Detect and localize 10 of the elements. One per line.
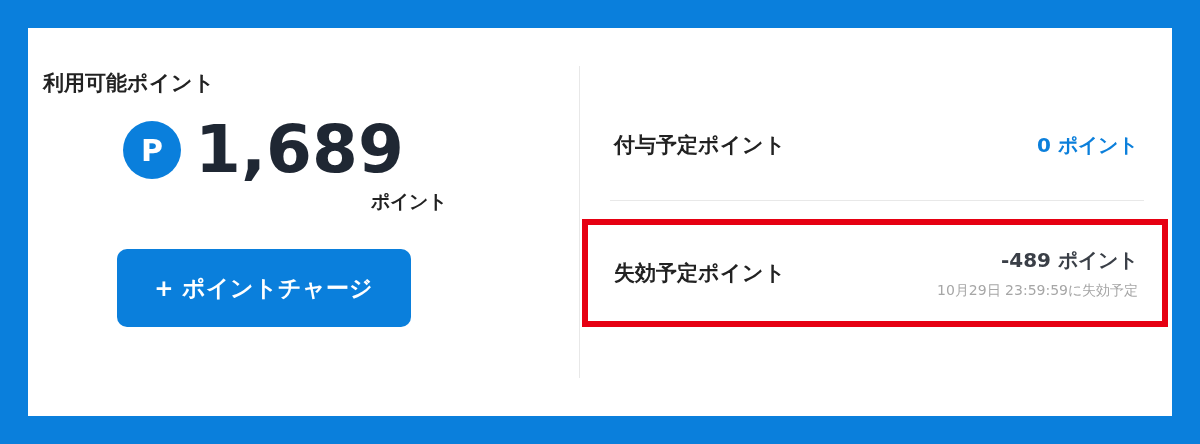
row-value: 0 ポイント (1037, 131, 1138, 159)
row-label: 付与予定ポイント (614, 132, 786, 159)
row-label: 失効予定ポイント (614, 260, 786, 287)
points-unit: ポイント (371, 189, 447, 214)
points-amount: 1,689 (195, 117, 404, 183)
section-title: 利用可能ポイント (43, 70, 216, 97)
expiry-note: 10月29日 23:59:59に失効予定 (937, 281, 1138, 300)
charge-button[interactable]: + ポイントチャージ (116, 249, 411, 327)
row-value: -489 ポイント (1001, 246, 1138, 274)
points-badge: P (123, 121, 182, 179)
